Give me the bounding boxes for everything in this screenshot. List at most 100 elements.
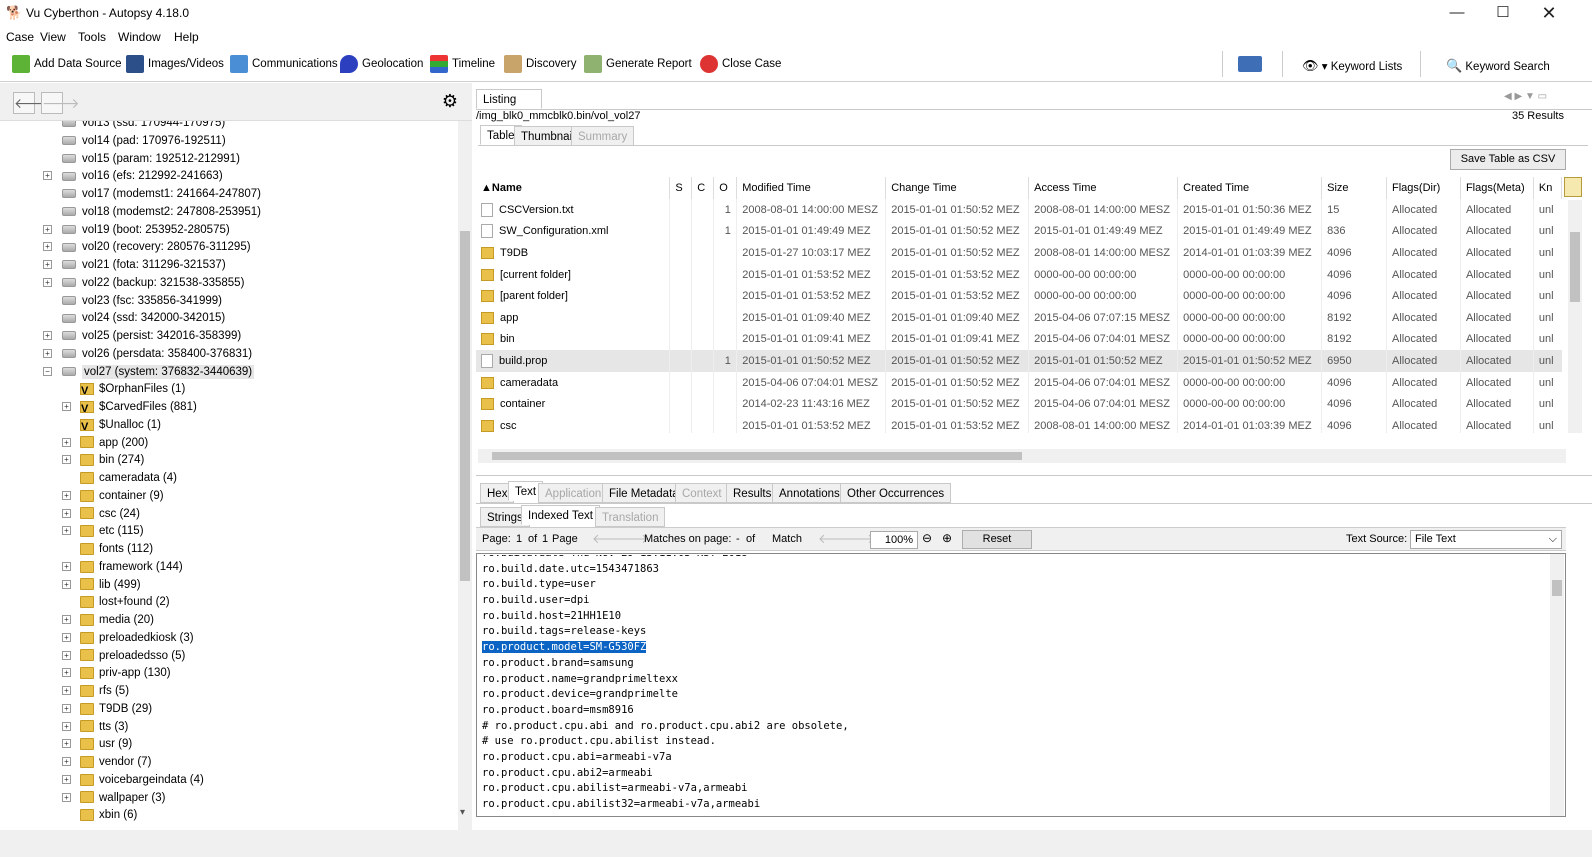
keyword-search-button[interactable]: 🔍 Keyword Search <box>1446 58 1550 74</box>
tree-node-volume[interactable]: vol23 (fsc: 335856-341999) <box>45 292 222 310</box>
email-icon[interactable] <box>1238 56 1262 72</box>
tree-node-folder[interactable]: lost+found (2) <box>62 593 170 611</box>
gear-icon[interactable]: ⚙ <box>440 92 460 112</box>
expand-toggle-icon[interactable]: + <box>62 650 71 660</box>
expand-toggle-icon[interactable]: + <box>62 686 71 695</box>
expand-toggle-icon[interactable]: + <box>62 757 71 766</box>
minimize-button[interactable]: — <box>1434 0 1480 26</box>
expand-toggle-icon[interactable]: + <box>62 703 71 713</box>
expand-toggle-icon[interactable]: + <box>43 348 52 358</box>
tab-other-occurrences[interactable]: Other Occurrences <box>840 483 952 503</box>
column-header-name[interactable]: ▲Name <box>476 177 671 199</box>
tree-node-folder[interactable]: + usr (9) <box>62 735 132 753</box>
column-header-created-time[interactable]: Created Time <box>1177 177 1323 199</box>
tree-node-folder[interactable]: + etc (115) <box>62 522 144 540</box>
table-row[interactable]: cameradata 2015-04-06 07:04:01 MESZ 2015-0… <box>476 371 1562 394</box>
menu-help[interactable]: Help <box>174 30 199 44</box>
tree-node-folder[interactable]: + T9DB (29) <box>62 700 152 718</box>
menu-window[interactable]: Window <box>118 30 161 44</box>
tree-node-folder[interactable]: + tts (3) <box>62 718 128 736</box>
table-row[interactable]: SW_Configuration.xml 1 2015-01-01 01:49:49… <box>476 220 1562 243</box>
tab-results[interactable]: Results <box>726 483 779 503</box>
scrollbar-thumb[interactable] <box>492 452 1022 460</box>
scrollbar-thumb[interactable] <box>1552 580 1562 596</box>
tree-node-volume[interactable]: + vol19 (boot: 253952-280575) <box>43 221 230 239</box>
column-header-o[interactable]: O <box>713 177 738 199</box>
column-chooser-icon[interactable] <box>1564 177 1582 197</box>
column-header-size[interactable]: Size <box>1321 177 1388 199</box>
text-source-select[interactable]: File Text ⌵ <box>1410 530 1562 549</box>
zoom-field[interactable]: 100% <box>870 531 918 549</box>
tree-node-folder[interactable]: $OrphanFiles (1) <box>62 380 185 400</box>
column-header-s[interactable]: S <box>669 177 693 199</box>
column-header-change-time[interactable]: Change Time <box>885 177 1030 199</box>
indexed-text-content[interactable]: ro.build.date=Thu Nov 29 13:11:03 KST 20… <box>478 555 1550 817</box>
tab-file-metadata[interactable]: File Metadata <box>602 483 686 503</box>
table-vscroll[interactable] <box>1568 200 1582 433</box>
add-data-source-button[interactable]: Add Data Source <box>12 55 122 73</box>
communications-button[interactable]: Communications <box>230 55 338 73</box>
menu-case[interactable]: Case <box>6 30 34 44</box>
expand-toggle-icon[interactable]: + <box>62 490 71 500</box>
tab-indexed-text[interactable]: Indexed Text <box>521 505 601 525</box>
tree-node-folder[interactable]: + lib (499) <box>62 576 141 594</box>
menu-view[interactable]: View <box>40 30 66 44</box>
tree-node-folder[interactable]: + framework (144) <box>62 558 183 576</box>
tree-node-volume[interactable]: vol24 (ssd: 342000-342015) <box>45 309 225 327</box>
expand-toggle-icon[interactable]: + <box>43 242 52 252</box>
menu-tools[interactable]: Tools <box>78 30 106 44</box>
tree-node-volume[interactable]: + vol20 (recovery: 280576-311295) <box>43 238 251 256</box>
tree-scrollbar[interactable]: ▾ <box>458 121 472 830</box>
table-row[interactable]: app 2015-01-01 01:09:40 MEZ 2015-01-01 01:… <box>476 306 1562 329</box>
expand-toggle-icon[interactable]: + <box>62 579 71 589</box>
tree-node-folder[interactable]: + container (9) <box>62 487 164 505</box>
tree-node-folder[interactable]: + csc (24) <box>62 505 140 523</box>
tree-node-folder[interactable]: + wallpaper (3) <box>62 789 165 807</box>
tab-annotations[interactable]: Annotations <box>772 483 847 503</box>
tree-node-volume[interactable]: + vol25 (persist: 342016-358399) <box>43 327 241 345</box>
table-row[interactable]: [parent folder] 2015-01-01 01:53:52 MEZ 20… <box>476 285 1562 307</box>
zoom-out-icon[interactable]: ⊖ <box>922 531 932 545</box>
expand-toggle-icon[interactable]: + <box>43 224 52 234</box>
tab-context[interactable]: Context <box>675 483 729 503</box>
discovery-button[interactable]: Discovery <box>504 55 576 73</box>
tab-listing[interactable]: Listing <box>476 89 542 109</box>
tree-node-folder[interactable]: + rfs (5) <box>62 682 129 700</box>
expand-toggle-icon[interactable]: + <box>43 331 52 340</box>
tree-node-folder[interactable]: xbin (6) <box>62 806 137 824</box>
tree-node-folder[interactable]: cameradata (4) <box>62 469 177 487</box>
table-row[interactable]: container 2014-02-23 11:43:16 MEZ 2015-01-… <box>476 393 1562 415</box>
scroll-down-icon[interactable]: ▾ <box>460 807 470 818</box>
table-row[interactable]: T9DB 2015-01-27 10:03:17 MEZ 2015-01-01 01… <box>476 242 1562 264</box>
tree-node-volume[interactable]: + vol26 (persdata: 358400-376831) <box>43 345 252 363</box>
table-row[interactable]: build.prop 1 2015-01-01 01:50:52 MEZ 2015-0… <box>476 350 1562 372</box>
expand-toggle-icon[interactable]: + <box>62 632 71 642</box>
expand-toggle-icon[interactable]: + <box>62 561 71 571</box>
column-header-c[interactable]: C <box>691 177 715 199</box>
column-header-flags-meta[interactable]: Flags(Meta) <box>1460 177 1534 199</box>
back-arrow-icon[interactable]: 🡐 <box>13 92 52 114</box>
text-vscroll[interactable] <box>1550 554 1564 816</box>
tree-node-volume[interactable]: vol13 (ssd: 170944-170975) <box>45 121 225 132</box>
expand-toggle-icon[interactable]: + <box>62 615 71 624</box>
expand-toggle-icon[interactable]: + <box>43 260 52 269</box>
reset-button[interactable]: Reset <box>962 530 1032 549</box>
zoom-in-icon[interactable]: ⊕ <box>942 531 952 545</box>
expand-toggle-icon[interactable]: + <box>62 792 71 802</box>
column-header-flags-dir[interactable]: Flags(Dir) <box>1386 177 1461 199</box>
images-videos-button[interactable]: Images/Videos <box>126 55 224 73</box>
expand-toggle-icon[interactable]: + <box>62 455 71 465</box>
tree-node-folder[interactable]: + bin (274) <box>62 451 144 469</box>
table-row[interactable]: CSCVersion.txt 1 2008-08-01 14:00:00 MESZ 2… <box>476 199 1562 221</box>
table-row[interactable]: [current folder] 2015-01-01 01:53:52 MEZ 2… <box>476 263 1562 286</box>
tab-nav-icons[interactable]: ◀ ▶ ▼ ▭ <box>1504 91 1547 102</box>
expand-toggle-icon[interactable]: + <box>62 526 71 536</box>
tree-node-volume[interactable]: + vol22 (backup: 321538-335855) <box>43 274 244 292</box>
table-row[interactable]: bin 2015-01-01 01:09:41 MEZ 2015-01-01 01:… <box>476 328 1562 351</box>
timeline-button[interactable]: Timeline <box>430 55 495 73</box>
tree-node-volume[interactable]: vol18 (modemst2: 247808-253951) <box>45 203 261 221</box>
tree-node-volume[interactable]: vol15 (param: 192512-212991) <box>45 150 240 168</box>
column-header-access-time[interactable]: Access Time <box>1028 177 1179 199</box>
tree-node-folder[interactable]: + app (200) <box>62 434 148 452</box>
table-hscroll[interactable] <box>478 449 1566 463</box>
